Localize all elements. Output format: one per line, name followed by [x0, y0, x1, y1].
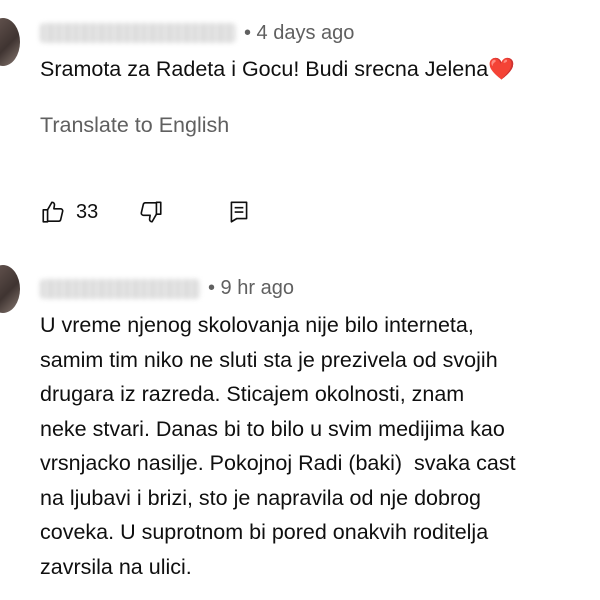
thumbs-down-icon	[140, 201, 162, 223]
comment-line: neke stvari. Danas bi to bilo u svim med…	[40, 416, 505, 441]
comment-text: Sramota za Radeta i Gocu! Budi srecna Je…	[40, 52, 515, 87]
avatar[interactable]	[0, 18, 20, 66]
like-button[interactable]: 33	[40, 198, 98, 226]
comment-line: U vreme njenog skolovanja nije bilo inte…	[40, 313, 474, 337]
comment-line: vrsnjacko nasilje. Pokojnoj Radi (baki) …	[40, 451, 516, 475]
username-redacted[interactable]	[40, 23, 236, 43]
comment-line: drugara iz razreda. Sticajem okolnosti, …	[40, 382, 465, 406]
username-redacted[interactable]	[40, 279, 200, 299]
comment-line: coveka. U suprotnom bi pored onakvih rod…	[40, 520, 489, 544]
reply-icon	[230, 201, 248, 223]
comment-timestamp: • 4 days ago	[244, 22, 355, 44]
comment-line: zavrsila na ulici.	[40, 554, 192, 579]
comment-timestamp: • 9 hr ago	[208, 277, 294, 299]
like-count: 33	[76, 200, 99, 223]
comments-page: • 4 days ago Sramota za Radeta i Gocu! B…	[0, 0, 600, 600]
comment-text: U vreme njenog skolovanja nije bilo inte…	[40, 308, 516, 584]
thumbs-up-icon	[42, 201, 64, 223]
avatar[interactable]	[0, 265, 20, 313]
reply-button[interactable]	[226, 198, 252, 226]
comment-line: samim tim niko ne sluti sta je prezivela…	[40, 347, 498, 372]
comment-text-content: Sramota za Radeta i Gocu! Budi srecna Je…	[40, 57, 489, 81]
comment-line: na ljubavi i brizi, sto je napravila od …	[40, 485, 482, 510]
translate-link[interactable]: Translate to English	[40, 113, 229, 138]
dislike-button[interactable]	[138, 198, 164, 226]
heart-emoji: ❤️	[488, 57, 515, 81]
